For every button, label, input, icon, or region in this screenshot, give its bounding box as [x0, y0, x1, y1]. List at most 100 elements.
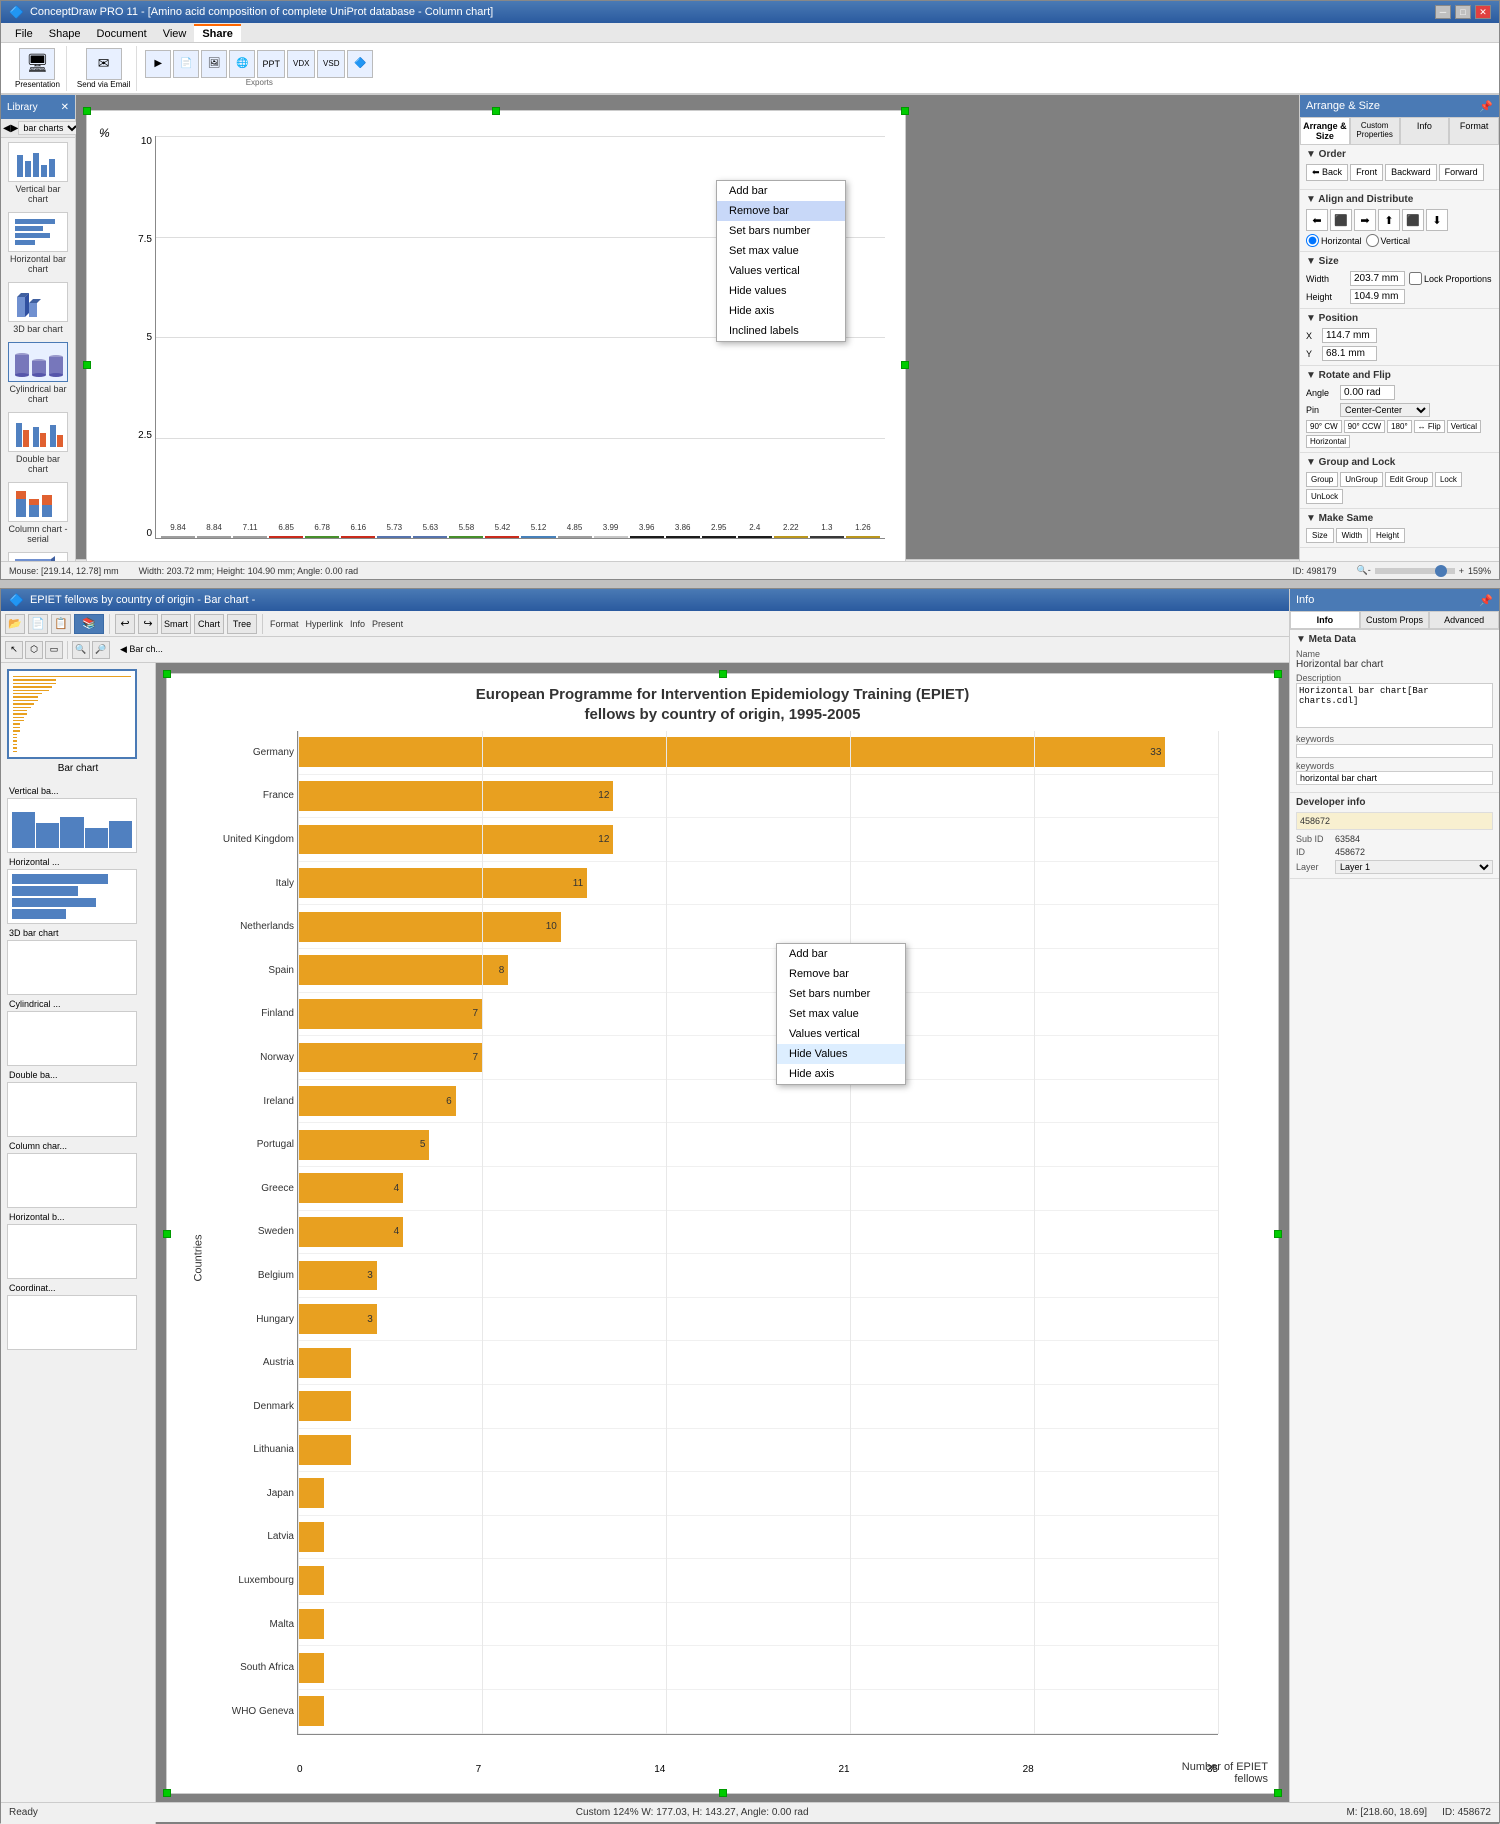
hbar-bar-Malta[interactable]: [298, 1609, 324, 1639]
bar-rect-Phe[interactable]: 3.96: [630, 536, 664, 538]
undo-btn[interactable]: ↩: [115, 614, 135, 634]
solutions-btn[interactable]: 📂: [5, 614, 25, 634]
bar-rect-Ile[interactable]: 5.73: [377, 536, 411, 538]
bar-rect-Arg[interactable]: 5.63: [413, 536, 447, 538]
lib-item-vertical-bar[interactable]: Vertical bar chart: [5, 142, 71, 204]
sel-handle-tl[interactable]: [83, 107, 91, 115]
bar-rect-Cys[interactable]: 1.26: [846, 536, 880, 538]
meta-keywords2-input[interactable]: [1296, 771, 1493, 785]
hbar-bar-Belgium[interactable]: 3: [298, 1261, 377, 1291]
tab-document[interactable]: Document: [89, 26, 155, 42]
hbar-sel-bl[interactable]: [163, 1789, 171, 1797]
presentation-btn[interactable]: 🖥: [19, 48, 55, 80]
hbar-sel-tc[interactable]: [719, 670, 727, 678]
bar-rect-Leu[interactable]: 9.84: [161, 536, 195, 538]
bar-rect-Tyr[interactable]: 2.95: [702, 536, 736, 538]
lib-thumb-3d[interactable]: [7, 940, 137, 995]
lib-thumb-cyl[interactable]: [7, 1011, 137, 1066]
vertical-flip-btn[interactable]: Vertical: [1447, 420, 1481, 433]
format-btn-b[interactable]: Format: [268, 617, 301, 631]
hbar-bar-Austria[interactable]: [298, 1348, 351, 1378]
tree-btn[interactable]: Tree: [227, 614, 257, 634]
hbar-bar-Norway[interactable]: 7: [298, 1043, 482, 1073]
bar-rect-Trp[interactable]: 1.3: [810, 536, 844, 538]
smart-btn[interactable]: Smart: [161, 614, 191, 634]
ctx-b-remove-bar[interactable]: Remove bar: [777, 964, 905, 984]
tab-file[interactable]: File: [7, 26, 41, 42]
vsdx-btn[interactable]: VSD: [317, 50, 345, 78]
hbar-bar-France[interactable]: 12: [298, 781, 613, 811]
unlock-btn[interactable]: UnLock: [1306, 489, 1343, 504]
hbar-bar-Hungary[interactable]: 3: [298, 1304, 377, 1334]
btn-front[interactable]: Front: [1350, 164, 1383, 181]
email-btn[interactable]: ✉: [86, 48, 122, 80]
maximize-btn[interactable]: □: [1455, 5, 1471, 19]
present-btn[interactable]: Present: [370, 617, 405, 631]
make-same-width-btn[interactable]: Width: [1336, 528, 1368, 543]
pages-btn[interactable]: 📄: [28, 614, 48, 634]
ctx-b-hide-axis[interactable]: Hide axis: [777, 1064, 905, 1084]
hbar-bar-Lithuania[interactable]: [298, 1435, 351, 1465]
btn-backward[interactable]: Backward: [1385, 164, 1437, 181]
ctx-b-values-vertical[interactable]: Values vertical: [777, 1024, 905, 1044]
layers-btn[interactable]: 📋: [51, 614, 71, 634]
lib-thumb-coord[interactable]: [7, 1295, 137, 1350]
sel-handle-tc[interactable]: [492, 107, 500, 115]
lib-item-3d-bar[interactable]: 3D bar chart: [5, 282, 71, 334]
hbar-bar-South Africa[interactable]: [298, 1653, 324, 1683]
hbar-bar-Luxembourg[interactable]: [298, 1566, 324, 1596]
lib-thumb-col-serial[interactable]: [7, 1153, 137, 1208]
lib-nav-right[interactable]: ▶: [11, 123, 19, 134]
zoom-thumb[interactable]: [1435, 565, 1447, 577]
ctx-hide-axis[interactable]: Hide axis: [717, 301, 845, 321]
chart-btn[interactable]: Chart: [194, 614, 224, 634]
pin-select[interactable]: Center-Center: [1340, 403, 1430, 417]
pdf-btn[interactable]: 📄: [173, 50, 199, 78]
y-input[interactable]: [1322, 346, 1377, 361]
tab-custom-props[interactable]: Custom Properties: [1350, 117, 1400, 145]
align-middle-btn[interactable]: ⬛: [1402, 209, 1424, 231]
ctx-hide-values[interactable]: Hide values: [717, 281, 845, 301]
flip-btn[interactable]: ↔ Flip: [1414, 420, 1445, 433]
group-btn[interactable]: Group: [1306, 472, 1338, 487]
layer-select[interactable]: Layer 1: [1335, 860, 1493, 874]
hyperlink-btn[interactable]: Hyperlink: [304, 617, 346, 631]
bar-rect-Ala[interactable]: 8.84: [197, 536, 231, 538]
tab-info-b[interactable]: Info: [1290, 611, 1360, 629]
tab-arrange-size[interactable]: Arrange & Size: [1300, 117, 1350, 145]
lib-thumb-double[interactable]: [7, 1082, 137, 1137]
align-top-btn[interactable]: ⬆: [1378, 209, 1400, 231]
hbar-sel-tl[interactable]: [163, 670, 171, 678]
angle-input[interactable]: [1340, 385, 1395, 400]
redo-btn[interactable]: ↪: [138, 614, 158, 634]
ctx-b-set-max-value[interactable]: Set max value: [777, 1004, 905, 1024]
bar-rect-Gln[interactable]: 3.86: [666, 536, 700, 538]
lib-item-column-serial[interactable]: Column chart - serial: [5, 482, 71, 544]
html-btn[interactable]: 🌐: [229, 50, 255, 78]
align-right-btn[interactable]: ➡: [1354, 209, 1376, 231]
right-panel-b-pin[interactable]: 📌: [1479, 594, 1493, 607]
hbar-bar-WHO Geneva[interactable]: [298, 1696, 324, 1726]
hbar-bar-Germany[interactable]: 33: [298, 737, 1165, 767]
ungroup-btn[interactable]: UnGroup: [1340, 472, 1382, 487]
rot-90ccw-btn[interactable]: 90° CCW: [1344, 420, 1385, 433]
x-input[interactable]: [1322, 328, 1377, 343]
bar-rect-Lys[interactable]: 5.12: [521, 536, 555, 538]
height-input[interactable]: [1350, 289, 1405, 304]
lib-thumb-hbar3d[interactable]: [7, 1224, 137, 1279]
sel-handle-tr[interactable]: [901, 107, 909, 115]
arrange-panel-pin[interactable]: 📌: [1479, 100, 1493, 113]
library-close-btn[interactable]: ✕: [61, 102, 69, 113]
rot-180-btn[interactable]: 180°: [1387, 420, 1412, 433]
eps-btn[interactable]: 🖼: [201, 50, 227, 78]
info-btn-b[interactable]: Info: [348, 617, 367, 631]
hbar-sel-br[interactable]: [1274, 1789, 1282, 1797]
tab-view[interactable]: View: [155, 26, 195, 42]
ctx-add-bar[interactable]: Add bar: [717, 181, 845, 201]
lock-btn[interactable]: Lock: [1435, 472, 1462, 487]
tool-lasso[interactable]: ⬡: [25, 641, 43, 659]
ppt-btn[interactable]: PPT: [257, 50, 285, 78]
horizontal-flip-btn[interactable]: Horizontal: [1306, 435, 1350, 448]
make-same-size-btn[interactable]: Size: [1306, 528, 1334, 543]
lib-dropdown[interactable]: bar charts: [18, 121, 81, 135]
